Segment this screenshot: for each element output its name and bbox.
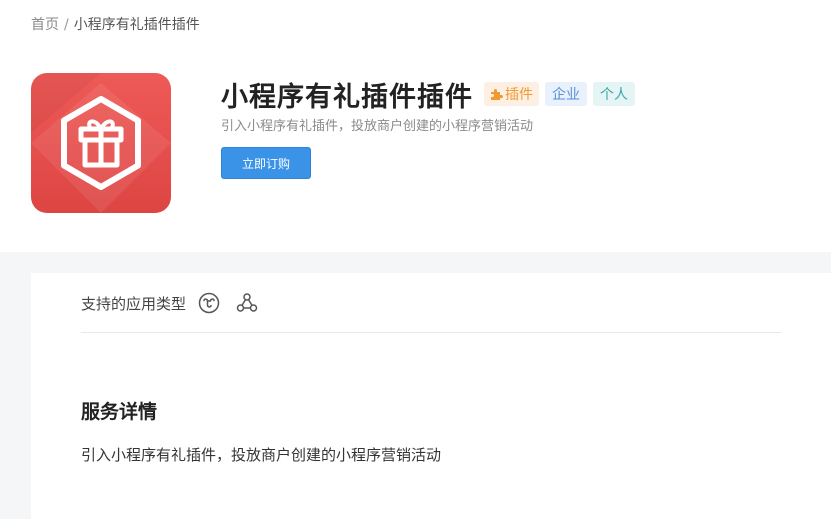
service-details-text: 引入小程序有礼插件，投放商户创建的小程序营销活动	[81, 446, 442, 464]
service-content: 支持的应用类型 服务详情 引入小程序有礼插件，投放商户创建的小程序营销活动	[31, 273, 831, 519]
app-types-label: 支持的应用类型	[81, 294, 187, 313]
enterprise-tag: 企业	[545, 82, 587, 106]
product-subtitle: 引入小程序有礼插件，投放商户创建的小程序营销活动	[221, 119, 534, 134]
breadcrumb: 首页 / 小程序有礼插件插件	[31, 16, 200, 34]
gift-icon	[31, 73, 171, 213]
supported-app-types: 支持的应用类型	[81, 291, 258, 315]
breadcrumb-separator: /	[64, 17, 69, 33]
app-logo	[31, 73, 171, 213]
personal-tag: 个人	[593, 82, 635, 106]
service-details-title: 服务详情	[81, 401, 158, 423]
breadcrumb-home-link[interactable]: 首页	[31, 17, 59, 33]
page-title: 小程序有礼插件插件	[221, 81, 473, 113]
product-header: 首页 / 小程序有礼插件插件 小程序有礼插件插件 插件 企业 个人 引入小程序有礼插…	[0, 0, 831, 252]
nodes-icon	[236, 292, 258, 314]
plugin-tag: 插件	[484, 82, 539, 106]
breadcrumb-current: 小程序有礼插件插件	[73, 17, 200, 33]
wechat-mini-program-icon	[198, 292, 220, 314]
subscribe-button[interactable]: 立即订购	[221, 147, 311, 179]
puzzle-icon	[491, 88, 503, 100]
divider	[81, 332, 781, 333]
plugin-tag-label: 插件	[505, 87, 533, 103]
title-row: 小程序有礼插件插件 插件 企业 个人	[221, 77, 635, 113]
